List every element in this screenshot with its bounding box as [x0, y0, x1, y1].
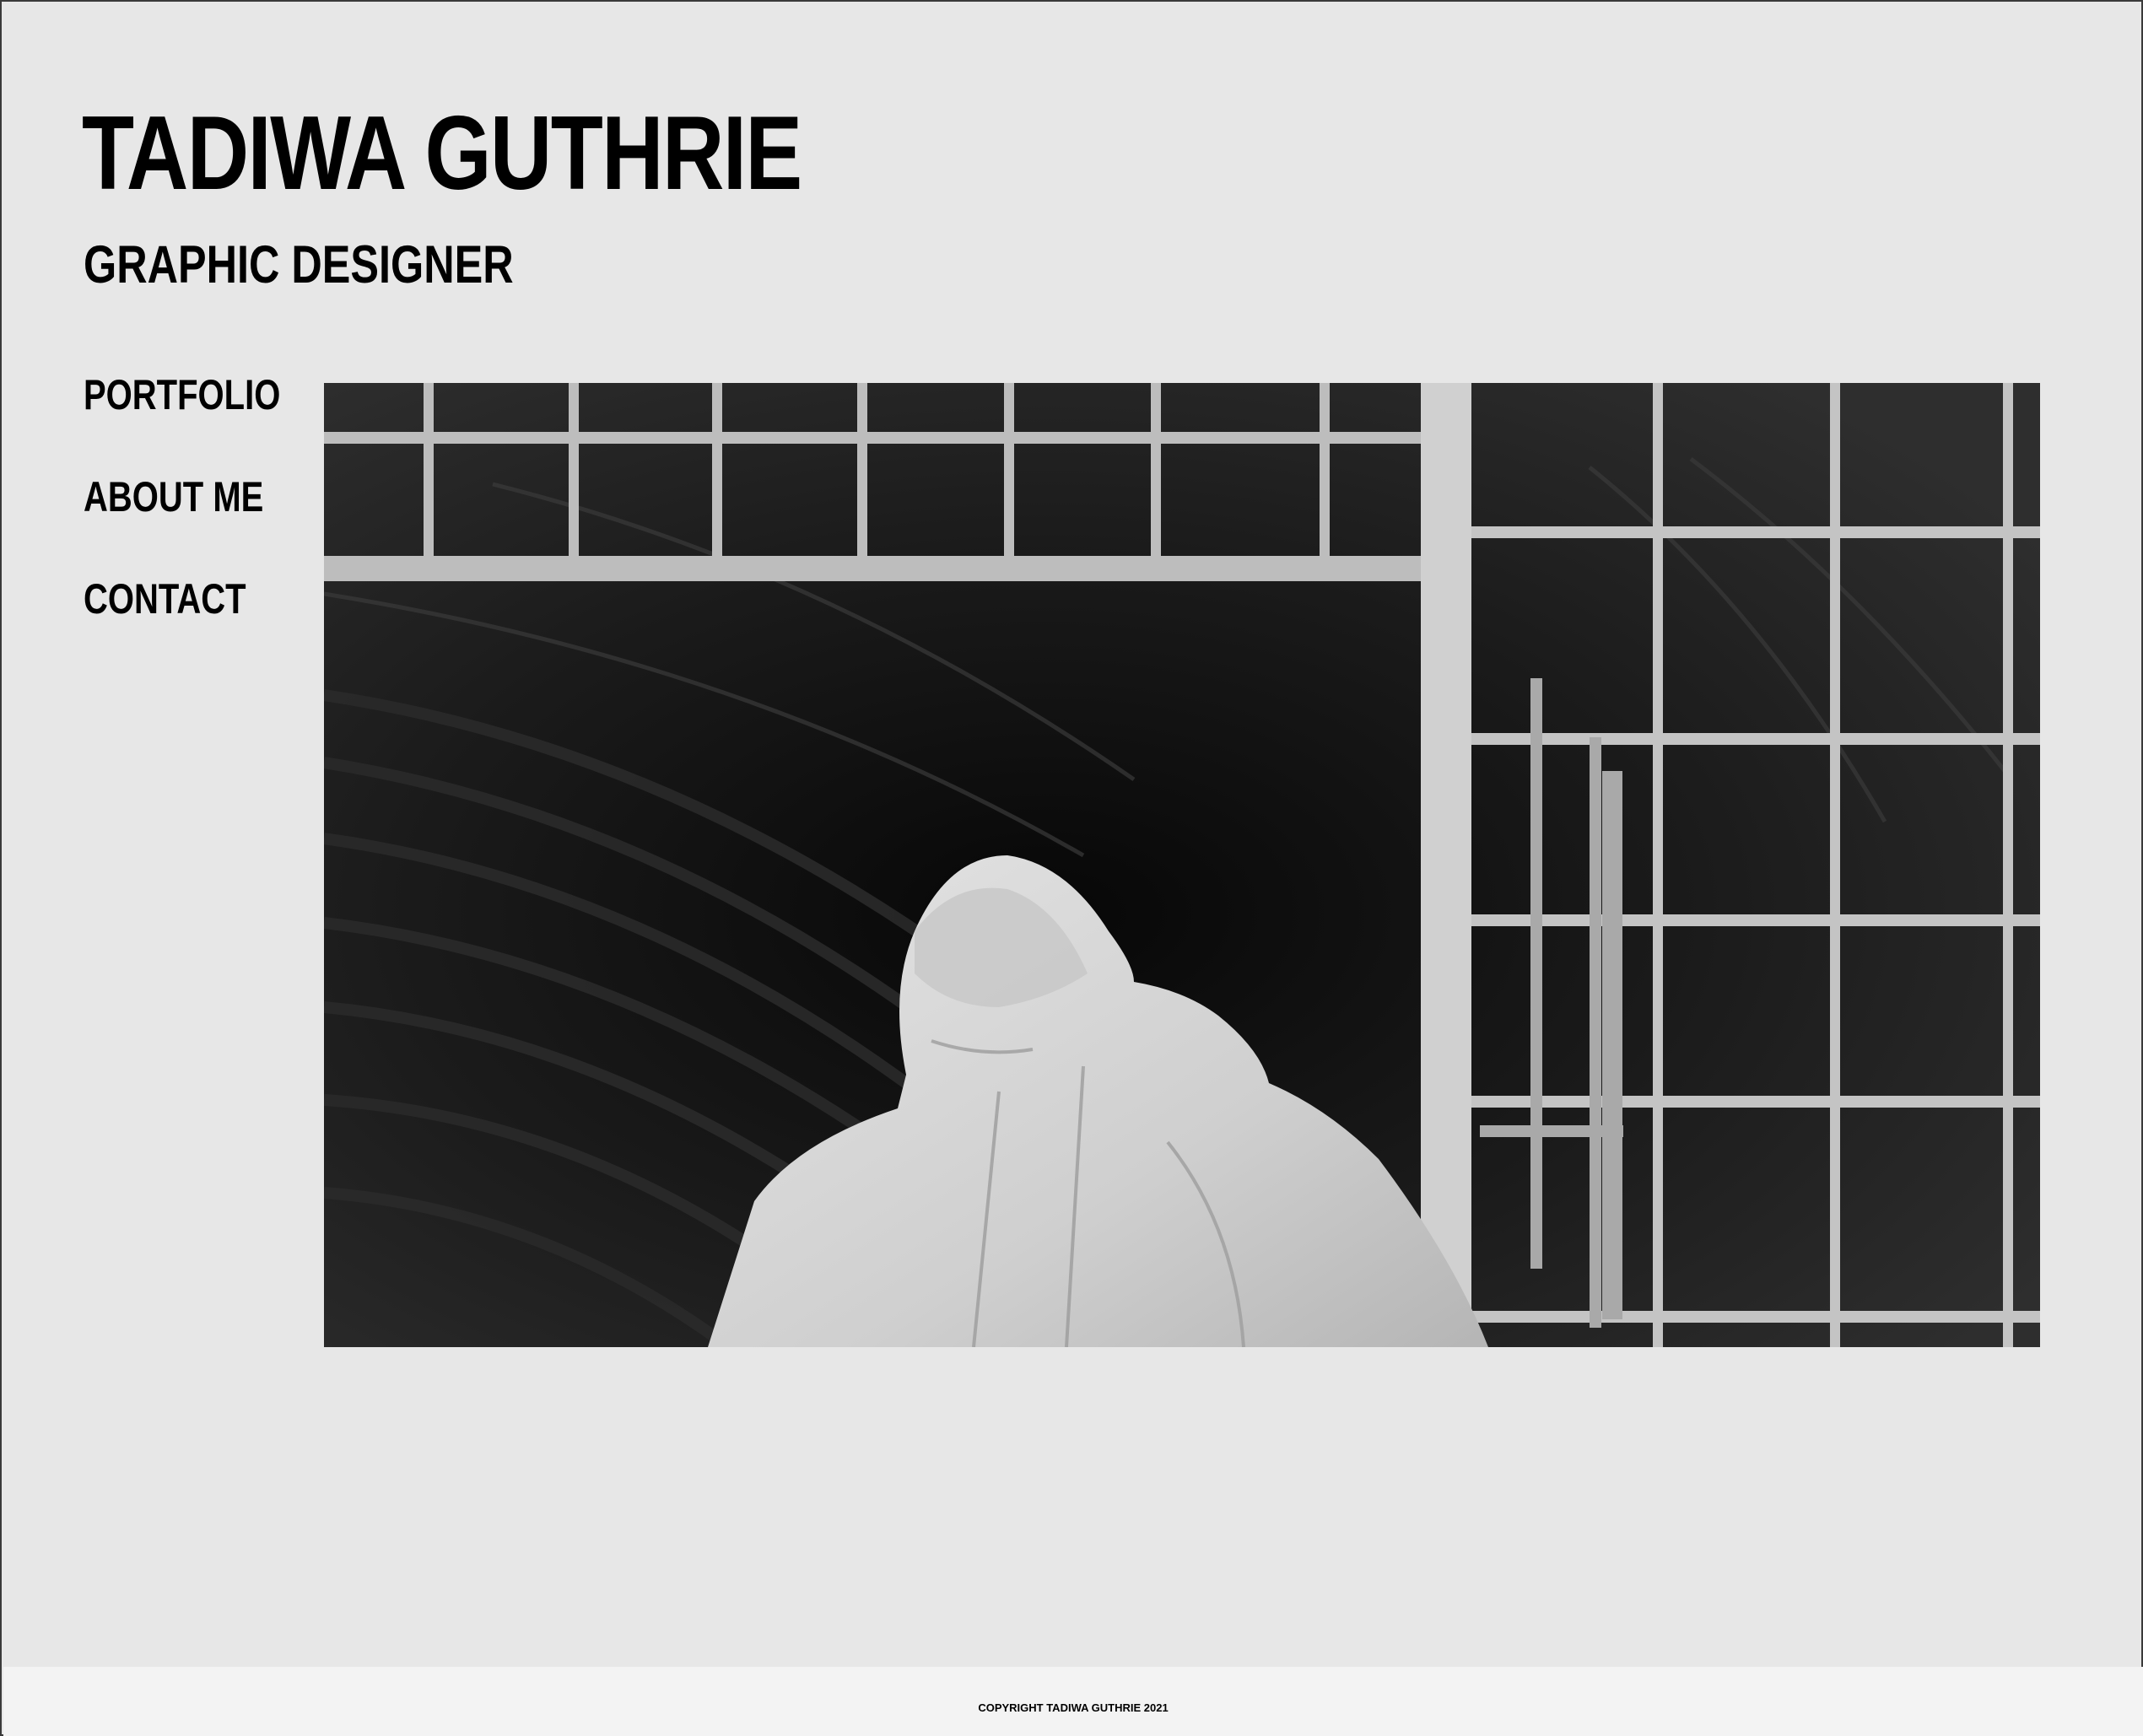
nav-item-about-me: ABOUT ME	[84, 476, 330, 578]
nav-link-portfolio[interactable]: PORTFOLIO	[84, 374, 280, 416]
copyright-text: COPYRIGHT TADIWA GUTHRIE 2021	[978, 1701, 1169, 1714]
nav-link-about-me[interactable]: ABOUT ME	[84, 476, 263, 518]
page: TADIWA GUTHRIE GRAPHIC DESIGNER PORTFOLI…	[0, 0, 2143, 1736]
nav-item-contact: CONTACT	[84, 578, 330, 680]
site-subtitle: GRAPHIC DESIGNER	[84, 235, 514, 294]
main-nav: PORTFOLIO ABOUT ME CONTACT	[84, 374, 330, 680]
footer: COPYRIGHT TADIWA GUTHRIE 2021	[3, 1667, 2143, 1736]
hero-photo-image	[324, 383, 2040, 1347]
nav-item-portfolio: PORTFOLIO	[84, 374, 330, 476]
site-title: TADIWA GUTHRIE	[82, 95, 802, 212]
nav-link-contact[interactable]: CONTACT	[84, 578, 246, 620]
hero-photo	[324, 383, 2040, 1347]
